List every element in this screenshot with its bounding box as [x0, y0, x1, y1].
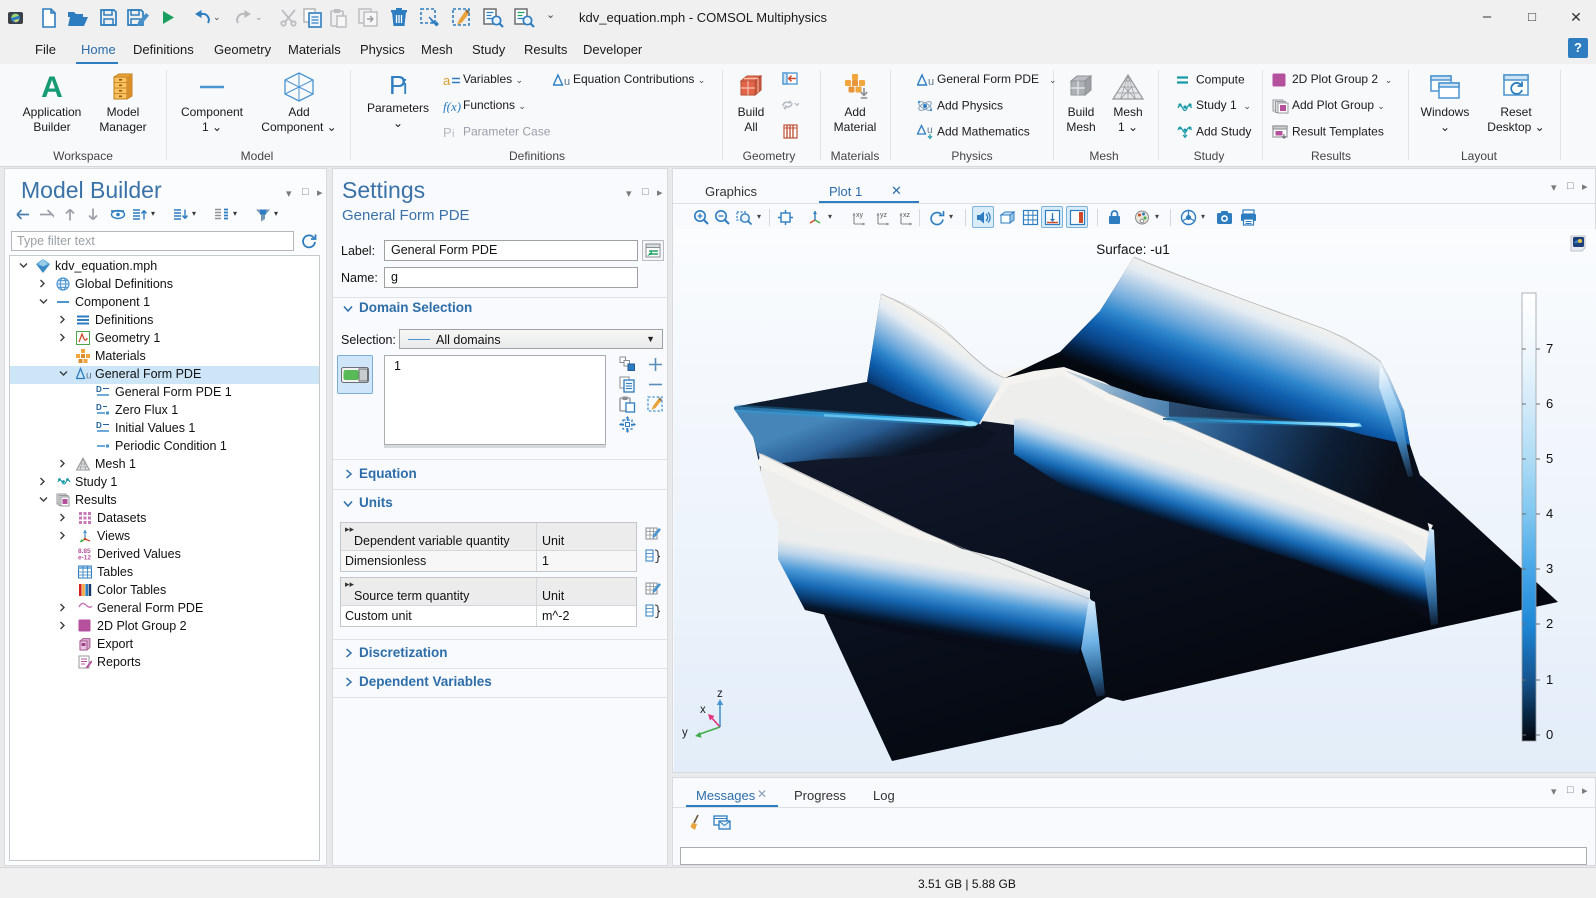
svg-text:yz: yz [880, 212, 888, 219]
svg-text:6: 6 [1546, 396, 1553, 411]
svg-text:i: i [403, 77, 407, 98]
svg-text:2: 2 [1546, 616, 1553, 631]
svg-text:f(x): f(x) [443, 99, 461, 113]
svg-text:u: u [564, 76, 570, 87]
svg-text:a: a [443, 73, 451, 87]
svg-text:x: x [700, 704, 706, 716]
svg-text:u: u [928, 76, 934, 87]
svg-text:D: D [96, 385, 102, 394]
svg-text:D: D [96, 421, 102, 430]
svg-text:1: 1 [1546, 672, 1553, 687]
svg-text:y: y [682, 727, 688, 739]
svg-text:P: P [443, 125, 452, 139]
svg-text:A: A [41, 72, 63, 102]
svg-text:i: i [452, 128, 454, 139]
svg-text:D: D [96, 403, 102, 412]
svg-text:4: 4 [1546, 506, 1553, 521]
svg-text:3: 3 [1546, 561, 1553, 576]
svg-text:7: 7 [1546, 341, 1553, 356]
svg-text:e-12: e-12 [78, 555, 91, 561]
svg-text:0: 0 [1546, 727, 1553, 742]
svg-text:z: z [717, 688, 723, 700]
svg-text:xz: xz [903, 212, 911, 219]
svg-text:u: u [86, 371, 92, 381]
svg-text:Surface: -u1: Surface: -u1 [1096, 242, 1170, 257]
svg-text:5: 5 [1546, 451, 1553, 466]
svg-text:xy: xy [856, 212, 864, 219]
